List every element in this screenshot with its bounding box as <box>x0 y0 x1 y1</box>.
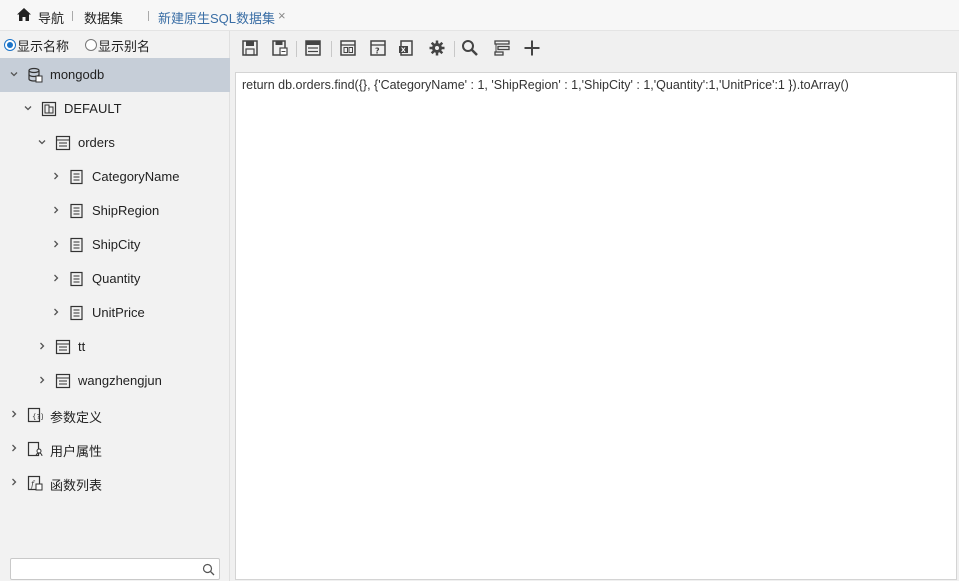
editor-toolbar: ? X <box>231 31 959 67</box>
chevron-right-icon[interactable] <box>9 443 19 453</box>
dataset-tab[interactable]: 数据集 <box>84 8 123 27</box>
tab-divider <box>148 11 149 21</box>
chevron-right-icon[interactable] <box>51 205 61 215</box>
search-icon[interactable] <box>461 39 479 57</box>
settings-icon[interactable] <box>428 39 446 57</box>
save-icon[interactable] <box>241 39 259 57</box>
tree-node-field[interactable]: Quantity <box>0 262 230 296</box>
show-alias-label: 显示别名 <box>98 38 151 54</box>
tree-node-label: tt <box>78 339 86 354</box>
tree-node-field[interactable]: UnitPrice <box>0 296 230 330</box>
tree-node-label: orders <box>78 135 115 150</box>
chevron-right-icon[interactable] <box>37 341 47 351</box>
show-alias-radio[interactable] <box>85 39 97 51</box>
chevron-right-icon[interactable] <box>51 239 61 249</box>
tree-node-orders[interactable]: orders <box>0 126 230 160</box>
add-icon[interactable] <box>523 39 541 57</box>
tree-node-mongodb[interactable]: mongodb <box>0 58 230 92</box>
tree-search-input[interactable] <box>10 558 220 580</box>
home-icon[interactable] <box>16 7 32 23</box>
tab-divider <box>72 11 73 21</box>
function-list-icon: f <box>27 475 43 491</box>
tree-node-label: ShipCity <box>92 237 141 252</box>
show-alias-option[interactable]: 显示别名 <box>85 36 150 54</box>
tree-node-user-properties[interactable]: 用户属性 <box>0 432 230 466</box>
svg-text:?: ? <box>375 47 380 56</box>
field-icon <box>70 237 83 253</box>
svg-text:f: f <box>30 480 36 489</box>
chevron-down-icon[interactable] <box>37 137 47 147</box>
tree-node-field[interactable]: ShipRegion <box>0 194 230 228</box>
show-name-radio[interactable] <box>4 39 16 51</box>
chevron-right-icon[interactable] <box>51 307 61 317</box>
tree-node-label: CategoryName <box>92 169 180 184</box>
tree-node-field[interactable]: ShipCity <box>0 228 230 262</box>
chevron-right-icon[interactable] <box>9 477 19 487</box>
tree-node-tt[interactable]: tt <box>0 330 230 364</box>
preview-icon[interactable] <box>304 39 322 57</box>
search-icon[interactable] <box>202 563 215 576</box>
user-property-icon <box>27 441 43 457</box>
field-icon <box>70 169 83 185</box>
svg-text:X: X <box>401 47 406 54</box>
close-tab-icon[interactable]: × <box>278 8 286 23</box>
layout-icon[interactable] <box>339 39 357 57</box>
table-icon <box>55 339 71 355</box>
left-panel: 显示名称 显示别名 mongodb DEFAULT orders Categor… <box>0 31 230 581</box>
chevron-right-icon[interactable] <box>9 409 19 419</box>
svg-text:{?}: {?} <box>32 413 43 421</box>
show-name-option[interactable]: 显示名称 <box>4 36 69 54</box>
tree-node-label: wangzhengjun <box>78 373 162 388</box>
show-name-label: 显示名称 <box>17 38 70 54</box>
chevron-down-icon[interactable] <box>23 103 33 113</box>
table-icon <box>55 373 71 389</box>
tree-node-label: 用户属性 <box>50 444 103 459</box>
tree-node-parameters[interactable]: {?} 参数定义 <box>0 398 230 432</box>
tree-node-label: 函数列表 <box>50 478 103 493</box>
toolbar-divider <box>331 41 332 57</box>
chevron-right-icon[interactable] <box>51 171 61 181</box>
tree-node-label: Quantity <box>92 271 141 286</box>
chevron-down-icon[interactable] <box>9 69 19 79</box>
tree-node-label: 参数定义 <box>50 410 103 425</box>
database-icon <box>28 67 43 83</box>
tree-node-label: UnitPrice <box>92 305 145 320</box>
tree-node-default[interactable]: DEFAULT <box>0 92 230 126</box>
query-code[interactable]: return db.orders.find({}, {'CategoryName… <box>242 78 849 92</box>
table-icon <box>55 135 71 151</box>
toolbar-divider <box>296 41 297 57</box>
schema-icon <box>41 101 57 117</box>
tree-node-function-list[interactable]: f 函数列表 <box>0 466 230 500</box>
sql-editor[interactable]: return db.orders.find({}, {'CategoryName… <box>235 72 957 580</box>
chevron-right-icon[interactable] <box>37 375 47 385</box>
help-icon[interactable]: ? <box>369 39 387 57</box>
tab-new-native-sql-dataset[interactable]: 新建原生SQL数据集 <box>158 8 275 27</box>
tree-node-label: mongodb <box>50 67 105 82</box>
field-icon <box>70 203 83 219</box>
tree-node-label: ShipRegion <box>92 203 160 218</box>
nav-tab[interactable]: 导航 <box>38 8 64 27</box>
tree-node-label: DEFAULT <box>64 101 122 116</box>
chevron-right-icon[interactable] <box>51 273 61 283</box>
excel-icon[interactable]: X <box>398 39 416 57</box>
parameter-icon: {?} <box>27 407 43 423</box>
filter-settings-icon[interactable] <box>493 39 511 57</box>
top-tab-bar: 导航 数据集 新建原生SQL数据集 × <box>0 0 959 31</box>
save-as-icon[interactable] <box>271 39 289 57</box>
field-icon <box>70 305 83 321</box>
tree-node-field[interactable]: CategoryName <box>0 160 230 194</box>
tree-node-wangzhengjun[interactable]: wangzhengjun <box>0 364 230 398</box>
toolbar-divider <box>454 41 455 57</box>
field-icon <box>70 271 83 287</box>
